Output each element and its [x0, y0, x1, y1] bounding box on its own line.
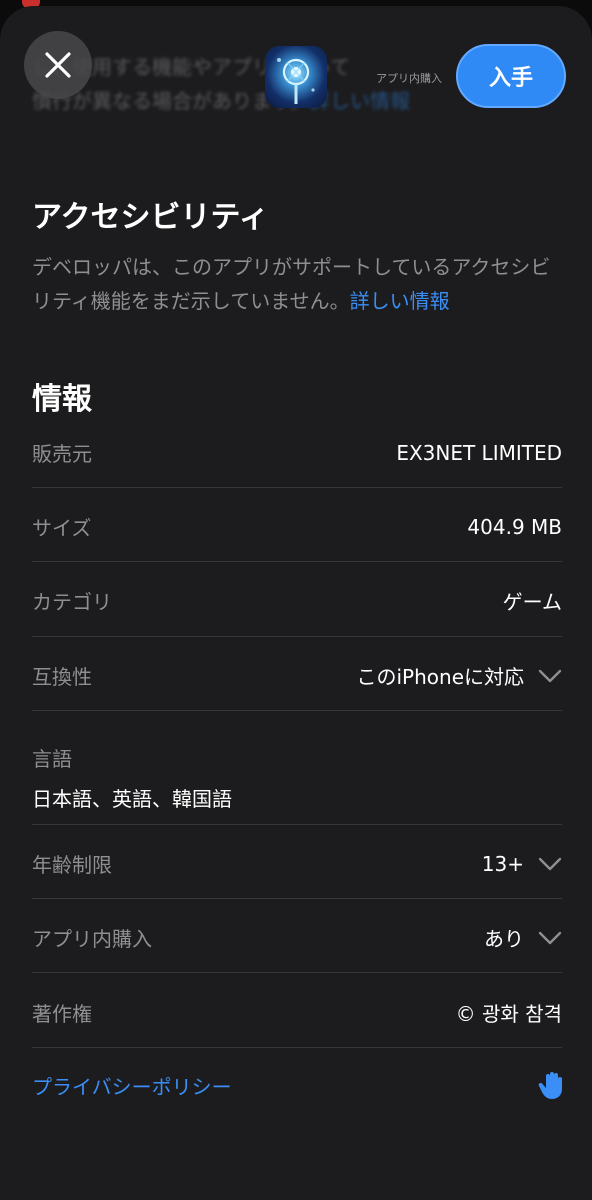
category-value: ゲーム — [502, 590, 562, 614]
close-button[interactable] — [24, 31, 92, 99]
app-icon — [265, 46, 327, 108]
privacy-policy-link[interactable]: プライバシーポリシー — [32, 1071, 232, 1100]
app-info-sheet: し、使用する機能やアプリによって 慣行が異なる場合があります。詳しい情報 アプリ… — [0, 6, 592, 1200]
divider — [32, 1047, 562, 1048]
divider — [32, 636, 562, 637]
languages-label: 言語 — [32, 747, 72, 771]
copyright-row: 著作権 © 광화 참격 — [32, 998, 562, 1027]
size-label: サイズ — [32, 516, 92, 540]
get-button[interactable]: 入手 — [456, 44, 566, 108]
chevron-down-icon[interactable] — [538, 857, 562, 871]
seller-value: EX3NET LIMITED — [396, 440, 562, 465]
copyright-label: 著作権 — [32, 1002, 92, 1026]
info-title: 情報 — [32, 382, 92, 417]
category-row: カテゴリ ゲーム — [32, 586, 562, 615]
in-app-purchases-row[interactable]: アプリ内購入 あり — [32, 923, 562, 952]
accessibility-description-text: デベロッパは、このアプリがサポートしているアクセシビリティ機能をまだ示していませ… — [32, 255, 551, 313]
age-rating-value: 13+ — [481, 851, 524, 876]
divider — [32, 972, 562, 973]
staff-icon — [277, 58, 315, 104]
category-label: カテゴリ — [32, 590, 112, 614]
compatibility-label: 互換性 — [32, 665, 92, 689]
in-app-purchases-value: あり — [484, 927, 524, 951]
divider — [32, 487, 562, 488]
privacy-policy-row[interactable]: プライバシーポリシー — [32, 1070, 564, 1100]
divider — [32, 710, 562, 711]
chevron-down-icon[interactable] — [538, 931, 562, 945]
size-value: 404.9 MB — [467, 514, 562, 539]
divider — [32, 824, 562, 825]
seller-label: 販売元 — [32, 442, 92, 466]
hand-raised-icon — [538, 1072, 562, 1099]
copyright-value: © 광화 참격 — [455, 1002, 562, 1026]
in-app-purchases-label: アプリ内購入 — [32, 927, 152, 951]
age-rating-row[interactable]: 年齢制限 13+ — [32, 849, 562, 878]
divider — [32, 561, 562, 562]
compatibility-row[interactable]: 互換性 このiPhoneに対応 — [32, 661, 562, 690]
age-rating-label: 年齢制限 — [32, 853, 112, 877]
chevron-down-icon[interactable] — [538, 669, 562, 683]
accessibility-learn-more-link[interactable]: 詳しい情報 — [350, 289, 450, 313]
accessibility-title: アクセシビリティ — [32, 200, 269, 235]
languages-value: 日本語、英語、韓国語 — [32, 787, 232, 811]
compatibility-value: このiPhoneに対応 — [356, 665, 524, 689]
seller-row: 販売元 EX3NET LIMITED — [32, 438, 562, 467]
close-icon — [45, 52, 71, 78]
in-app-purchase-note: アプリ内購入 — [376, 72, 442, 85]
accessibility-description: デベロッパは、このアプリがサポートしているアクセシビリティ機能をまだ示していませ… — [32, 250, 562, 318]
divider — [32, 898, 562, 899]
size-row: サイズ 404.9 MB — [32, 512, 562, 541]
